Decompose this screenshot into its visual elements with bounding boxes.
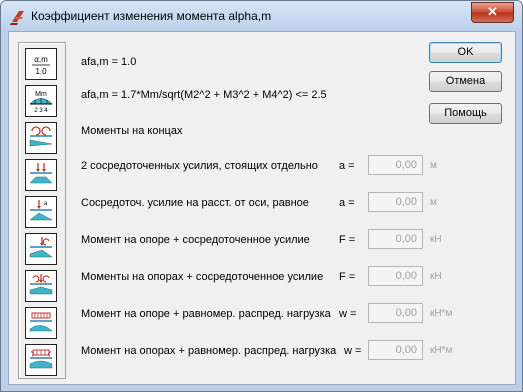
row-label-supports-moments-point-load: Моменты на опорах + сосредоточенное усил… [81, 271, 324, 283]
cancel-button[interactable]: Отмена [429, 71, 502, 92]
end-moments-option-button[interactable] [25, 122, 57, 154]
var-label-w: w = [339, 308, 357, 320]
distributed-load-field-1[interactable]: 0,00 [368, 303, 423, 323]
var-label-f: F = [339, 234, 356, 246]
row-label-offset-load: Сосредоточ. усилие на расст. от оси, рав… [81, 197, 309, 209]
title-bar[interactable]: Коэффициент изменения момента alpha,m ✕ [1, 1, 522, 31]
icons-panel: α,m 1.0 Mm 2 3 4 a [18, 42, 66, 379]
supports-moments-point-load-icon [29, 274, 53, 295]
a-distance-field-1[interactable]: 0,00 [368, 155, 423, 175]
supports-moments-distributed-load-icon [29, 349, 53, 369]
var-label-a: a = [339, 197, 355, 209]
svg-text:Mm: Mm [35, 91, 47, 98]
svg-text:2 3 4: 2 3 4 [34, 108, 48, 114]
supports-moments-point-load-option-button[interactable] [25, 270, 57, 302]
distributed-load-field-2[interactable]: 0,00 [368, 340, 423, 360]
svg-text:1.0: 1.0 [35, 67, 47, 76]
svg-text:α,m: α,m [34, 55, 48, 64]
two-point-loads-icon [29, 163, 53, 184]
var-label-f: F = [339, 271, 356, 283]
mm-formula-option-button[interactable]: Mm 2 3 4 [25, 85, 57, 117]
support-moment-distributed-load-icon [29, 312, 53, 332]
unit-label-kn: кН [430, 234, 442, 245]
support-moment-distributed-load-option-button[interactable] [25, 307, 57, 339]
end-moments-icon [29, 126, 53, 147]
dialog-client-area: α,m 1.0 Mm 2 3 4 a afa,m = 1.0 afa,m = 1… [8, 31, 516, 385]
row-label-support-moment-point-load: Момент на опоре + сосредоточенное усилие [81, 234, 310, 246]
close-button[interactable]: ✕ [471, 2, 514, 23]
row-label-support-moment-distributed: Момент на опоре + равномер. распред. наг… [81, 308, 331, 320]
unit-label-m: м [430, 197, 437, 208]
help-button[interactable]: Помощь [429, 103, 502, 124]
unit-label-m: м [430, 160, 437, 171]
unit-label-kn: кН [430, 271, 442, 282]
window-title: Коэффициент изменения момента alpha,m [31, 9, 272, 23]
row-label-two-loads: 2 сосредоточенных усилия, стоящих отдель… [81, 160, 318, 172]
app-logo-icon [10, 11, 24, 25]
moment-diagram-icon: Mm 2 3 4 [29, 91, 53, 114]
supports-moments-distributed-load-option-button[interactable] [25, 344, 57, 376]
two-point-loads-option-button[interactable] [25, 159, 57, 191]
alpha-constant-option-button[interactable]: α,m 1.0 [25, 48, 57, 80]
unit-label-kn-m: кН*м [430, 345, 453, 356]
support-moment-point-load-icon [29, 237, 53, 258]
formula-constant-label: afa,m = 1.0 [81, 56, 137, 68]
var-label-a: a = [339, 160, 355, 172]
offset-load-option-button[interactable]: a [25, 196, 57, 228]
offset-load-icon: a [29, 200, 53, 221]
svg-text:a: a [44, 201, 48, 207]
support-moment-point-load-option-button[interactable] [25, 233, 57, 265]
a-distance-field-2[interactable]: 0,00 [368, 192, 423, 212]
alpha-constant-icon: α,m 1.0 [28, 51, 54, 77]
formula-mm-label: afa,m = 1.7*Mm/sqrt(M2^2 + M3^2 + M4^2) … [81, 89, 327, 101]
unit-label-kn-m: кН*м [430, 308, 453, 319]
ok-button[interactable]: OK [429, 42, 502, 63]
row-label-end-moments: Моменты на концах [81, 125, 183, 137]
row-label-supports-moments-distributed: Момент на опорах + равномер. распред. на… [81, 345, 337, 357]
dialog-window: Коэффициент изменения момента alpha,m ✕ … [0, 0, 523, 392]
force-field-2[interactable]: 0,00 [368, 266, 423, 286]
force-field-1[interactable]: 0,00 [368, 229, 423, 249]
var-label-w: w = [344, 345, 362, 357]
